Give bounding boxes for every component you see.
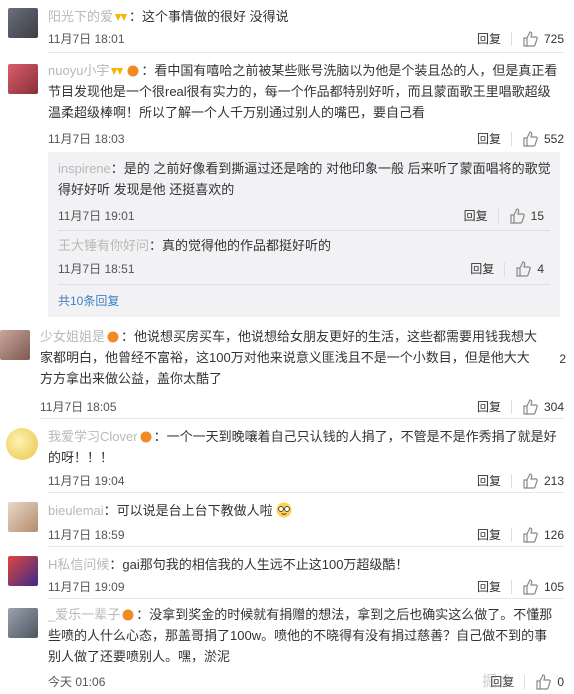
reply-button[interactable]: 回复 [477,130,501,147]
like-count: 105 [543,579,564,594]
nerd-emoji-icon [276,502,292,518]
reply-button[interactable]: 回复 [470,260,494,277]
divider [510,399,512,414]
like-icon[interactable] [509,207,525,224]
fan-badge-icon [122,609,134,621]
username[interactable]: 阳光下的爱 [48,9,113,24]
like-icon[interactable] [522,526,538,543]
fan-badge-icon [127,65,139,77]
divider [510,473,512,488]
divider [58,284,550,285]
comment: 少女姐姐是 ：他说想买房买车，他说想给女朋友更好的生活，这些都需要用钱我想大家都明… [0,322,574,418]
divider [524,674,526,689]
fan-badge-icon [140,431,152,443]
username[interactable]: _爱乐一辈子 [48,607,120,622]
timestamp: 11月7日 18:01 [48,32,125,46]
like-count: 213 [543,473,564,488]
vip-badge-icon [111,68,124,75]
comment: 我爱学习Clover ：一个一天到晚嚷着自己只认钱的人捐了，不管是不是作秀捐了就是… [0,422,574,492]
like-count: 725 [543,31,564,46]
reply-button[interactable]: 回复 [477,578,501,595]
like-icon[interactable] [522,578,538,595]
timestamp: 11月7日 18:05 [40,400,117,414]
divider [510,131,512,146]
like-count: 126 [543,527,564,542]
divider [497,208,499,223]
divider [504,261,506,276]
like-icon[interactable] [522,472,538,489]
divider [510,527,512,542]
avatar[interactable] [8,64,38,94]
reply-button[interactable]: 回复 [477,472,501,489]
like-icon[interactable] [535,673,552,690]
like-count: 304 [543,399,564,414]
reply-button[interactable]: 回复 [464,207,488,224]
like-icon[interactable] [522,30,538,47]
avatar[interactable] [8,556,38,586]
comment: 阳光下的爱 ：这个事情做的很好 没得说 11月7日 18:01 回复 725 [0,0,574,50]
timestamp: 11月7日 19:01 [58,209,135,223]
like-icon[interactable] [522,130,538,147]
timestamp: 11月7日 18:03 [48,132,125,146]
fan-badge-icon [107,331,119,343]
comment: nuoyu小宇 ：看中国有嘻哈之前被某些账号洗脑以为他是个装且怂的人，但是真正看节… [0,56,574,152]
watermark: 掘金 [481,673,516,690]
like-count: 0 [557,674,564,689]
divider [48,492,564,493]
more-replies-link[interactable]: 共10条回复 [58,292,119,309]
divider [48,598,564,599]
like-icon[interactable] [515,260,532,277]
avatar[interactable] [8,502,38,532]
like-count: 552 [543,131,564,146]
comment: bieulemai：可以说是台上台下教做人啦 11月7日 18:59 回复 12… [0,496,574,544]
like-count: 15 [530,208,544,223]
timestamp: 11月7日 19:04 [48,474,125,488]
comment-text: ：可以说是台上台下教做人啦 [103,503,273,518]
reply-thread: inspirene：是的 之前好像看到撕逼过还是啥的 对他印象一般 后来听了蒙面… [48,152,560,317]
comment-text: ：gai那句我的相信我的人生远不止这100万超级酷！ [109,557,409,572]
avatar[interactable] [6,428,38,460]
reply-button[interactable]: 回复 [477,526,501,543]
reply-text: ：真的觉得他的作品都挺好听的 [149,238,332,253]
divider [40,418,564,419]
like-count: 4 [537,261,544,276]
avatar[interactable] [0,330,30,360]
vip-badge-icon [115,14,128,21]
divider [510,579,512,594]
username[interactable]: H私信问候 [48,557,109,572]
reply-button[interactable]: 回复 [477,30,501,47]
username[interactable]: 我爱学习Clover [48,429,138,444]
avatar[interactable] [8,8,38,38]
username[interactable]: bieulemai [48,503,104,518]
divider [58,230,550,231]
comment: H私信问候：gai那句我的相信我的人生远不止这100万超级酷！ 11月7日 19… [0,550,574,598]
timestamp: 今天 01:06 [48,675,106,689]
divider [510,31,512,46]
username[interactable]: 少女姐姐是 [40,329,105,344]
timestamp: 11月7日 19:09 [48,580,125,594]
username[interactable]: 王大锤有你好问 [58,238,149,253]
comment-text: ：这个事情做的很好 没得说 [129,9,289,24]
reply-text: ：是的 之前好像看到撕逼过还是啥的 对他印象一般 后来听了蒙面唱将的歌觉得好好听… [58,161,551,197]
reply-button[interactable]: 回复 [477,398,501,415]
divider [48,546,564,547]
avatar[interactable] [8,608,38,638]
timestamp: 11月7日 18:51 [58,262,135,276]
divider [48,52,564,53]
username[interactable]: inspirene [58,161,111,176]
like-icon[interactable] [522,398,538,415]
side-count: 2 [559,352,566,366]
timestamp: 11月7日 18:59 [48,528,125,542]
username[interactable]: nuoyu小宇 [48,63,109,78]
